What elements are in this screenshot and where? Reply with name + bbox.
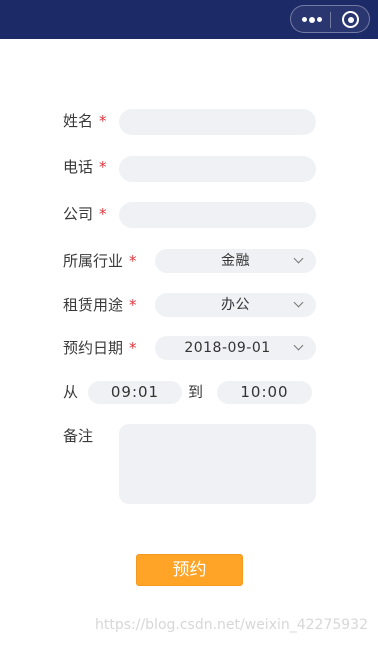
close-target-icon[interactable] xyxy=(342,11,359,28)
company-label-text: 公司 xyxy=(63,205,94,223)
submit-reservation-button[interactable]: 预约 xyxy=(136,554,243,586)
phone-input[interactable] xyxy=(119,156,316,182)
remark-textarea[interactable] xyxy=(119,424,316,504)
purpose-select[interactable]: 办公 xyxy=(155,293,316,317)
industry-label-text: 所属行业 xyxy=(63,252,124,270)
top-nav-bar xyxy=(0,0,378,39)
industry-label: 所属行业 * xyxy=(63,251,137,271)
required-mark: * xyxy=(129,339,137,357)
purpose-label: 租赁用途 * xyxy=(63,295,137,315)
watermark-text: https://blog.csdn.net/weixin_42275932 xyxy=(94,617,368,633)
phone-label: 电话 * xyxy=(63,157,107,177)
company-label: 公司 * xyxy=(63,204,107,224)
phone-label-text: 电话 xyxy=(63,158,94,176)
end-time-picker[interactable]: 10:00 xyxy=(217,381,312,404)
date-picker-value: 2018-09-01 xyxy=(184,340,271,356)
required-mark: * xyxy=(99,112,107,130)
required-mark: * xyxy=(129,252,137,270)
date-label-text: 预约日期 xyxy=(63,339,124,357)
required-mark: * xyxy=(99,158,107,176)
purpose-label-text: 租赁用途 xyxy=(63,296,124,314)
company-input[interactable] xyxy=(119,202,316,228)
name-input[interactable] xyxy=(119,109,316,135)
purpose-select-value: 办公 xyxy=(221,297,250,313)
name-label: 姓名 * xyxy=(63,111,107,131)
date-label: 预约日期 * xyxy=(63,338,137,358)
capsule-divider xyxy=(330,12,331,28)
name-label-text: 姓名 xyxy=(63,112,94,130)
time-from-label: 从 xyxy=(63,383,79,401)
start-time-picker[interactable]: 09:01 xyxy=(88,381,182,404)
date-picker[interactable]: 2018-09-01 xyxy=(155,336,316,360)
industry-select[interactable]: 金融 xyxy=(155,249,316,273)
time-to-label: 到 xyxy=(188,383,204,401)
remark-label: 备注 xyxy=(63,427,94,445)
mini-program-capsule xyxy=(290,5,370,33)
industry-select-value: 金融 xyxy=(221,253,250,269)
more-dots-icon[interactable] xyxy=(302,15,324,25)
required-mark: * xyxy=(99,205,107,223)
required-mark: * xyxy=(129,296,137,314)
